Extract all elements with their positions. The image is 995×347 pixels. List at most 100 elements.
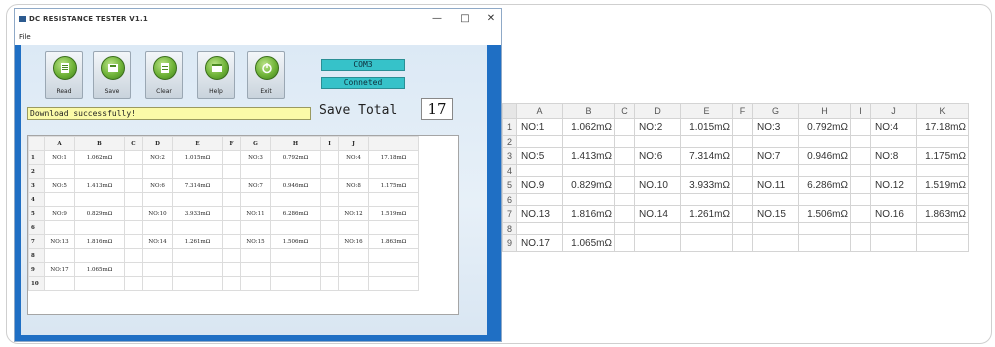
grid-cell[interactable] [368,192,419,207]
cell[interactable]: 1.816mΩ [562,205,615,223]
cell[interactable] [732,205,753,223]
grid-cell[interactable]: 1.519mΩ [368,206,419,221]
grid-cell[interactable] [124,192,143,207]
cell[interactable] [850,135,871,148]
grid-cell[interactable] [320,192,339,207]
cell[interactable] [850,118,871,136]
cell[interactable] [916,222,969,235]
grid-cell[interactable] [142,262,173,277]
grid-cell[interactable] [338,276,369,291]
grid-cell[interactable]: 1.261mΩ [172,234,223,249]
cell[interactable] [680,222,733,235]
cell[interactable]: 1.175mΩ [916,147,969,165]
maximize-button[interactable]: □ [457,12,473,26]
cell[interactable]: NO.16 [870,205,917,223]
grid-cell[interactable] [338,248,369,263]
column-header[interactable]: J [870,103,917,119]
grid-cell[interactable] [270,164,321,179]
cell[interactable]: 1.413mΩ [562,147,615,165]
cell[interactable]: NO:6 [634,147,681,165]
cell[interactable] [562,193,615,206]
grid-cell[interactable]: 3.933mΩ [172,206,223,221]
row-header[interactable]: 2 [502,135,517,148]
grid-cell[interactable]: NO:5 [44,178,75,193]
grid-cell[interactable] [240,262,271,277]
row-number[interactable]: 2 [28,164,45,179]
cell[interactable] [680,135,733,148]
cell[interactable]: NO.13 [516,205,563,223]
cell[interactable] [562,135,615,148]
grid-cell[interactable] [124,220,143,235]
row-number[interactable]: 8 [28,248,45,263]
cell[interactable] [798,164,851,177]
grid-cell[interactable] [240,192,271,207]
grid-cell[interactable] [320,234,339,249]
row-number[interactable]: 4 [28,192,45,207]
row-header[interactable]: 1 [502,118,517,136]
grid-cell[interactable] [44,248,75,263]
grid-cell[interactable] [338,164,369,179]
grid-cell[interactable]: 0.829mΩ [74,206,125,221]
cell[interactable]: NO.11 [752,176,799,194]
grid-cell[interactable] [124,248,143,263]
cell[interactable] [870,234,917,252]
cell[interactable]: NO:1 [516,118,563,136]
cell[interactable] [916,164,969,177]
cell[interactable] [680,234,733,252]
cell[interactable] [680,164,733,177]
help-button[interactable]: Help [197,51,235,99]
grid-cell[interactable] [222,150,241,165]
cell[interactable] [614,205,635,223]
row-header[interactable]: 4 [502,164,517,177]
column-header[interactable]: B [562,103,615,119]
grid-cell[interactable]: 1.863mΩ [368,234,419,249]
cell[interactable] [634,234,681,252]
grid-cell[interactable] [368,262,419,277]
cell[interactable]: 17.18mΩ [916,118,969,136]
grid-cell[interactable]: NO:8 [338,178,369,193]
cell[interactable]: NO:7 [752,147,799,165]
grid-cell[interactable]: NO:4 [338,150,369,165]
cell[interactable] [516,164,563,177]
row-number[interactable]: 6 [28,220,45,235]
cell[interactable] [562,222,615,235]
cell[interactable]: 0.792mΩ [798,118,851,136]
cell[interactable] [634,193,681,206]
cell[interactable]: 1.261mΩ [680,205,733,223]
cell[interactable]: NO:2 [634,118,681,136]
column-header[interactable]: E [680,103,733,119]
grid-cell[interactable]: 1.816mΩ [74,234,125,249]
cell[interactable] [850,164,871,177]
row-header[interactable]: 8 [502,222,517,235]
cell[interactable] [732,176,753,194]
grid-cell[interactable] [240,248,271,263]
cell[interactable] [614,222,635,235]
cell[interactable] [870,193,917,206]
cell[interactable] [752,164,799,177]
cell[interactable] [916,234,969,252]
grid-cell[interactable] [320,248,339,263]
grid-cell[interactable] [240,276,271,291]
grid-cell[interactable] [142,164,173,179]
cell[interactable] [798,222,851,235]
grid-cell[interactable]: 0.792mΩ [270,150,321,165]
cell[interactable] [798,135,851,148]
grid-cell[interactable] [74,220,125,235]
grid-cell[interactable] [338,192,369,207]
column-header[interactable]: G [752,103,799,119]
cell[interactable] [870,222,917,235]
grid-cell[interactable] [320,276,339,291]
cell[interactable]: 1.015mΩ [680,118,733,136]
cell[interactable]: 6.286mΩ [798,176,851,194]
grid-cell[interactable] [320,220,339,235]
grid-cell[interactable] [240,164,271,179]
row-number[interactable]: 3 [28,178,45,193]
grid-cell[interactable] [222,262,241,277]
grid-cell[interactable]: 7.314mΩ [172,178,223,193]
cell[interactable] [732,147,753,165]
minimize-button[interactable]: — [429,12,445,26]
cell[interactable] [850,147,871,165]
grid-cell[interactable]: 1.062mΩ [74,150,125,165]
grid-cell[interactable] [172,276,223,291]
row-header[interactable]: 6 [502,193,517,206]
